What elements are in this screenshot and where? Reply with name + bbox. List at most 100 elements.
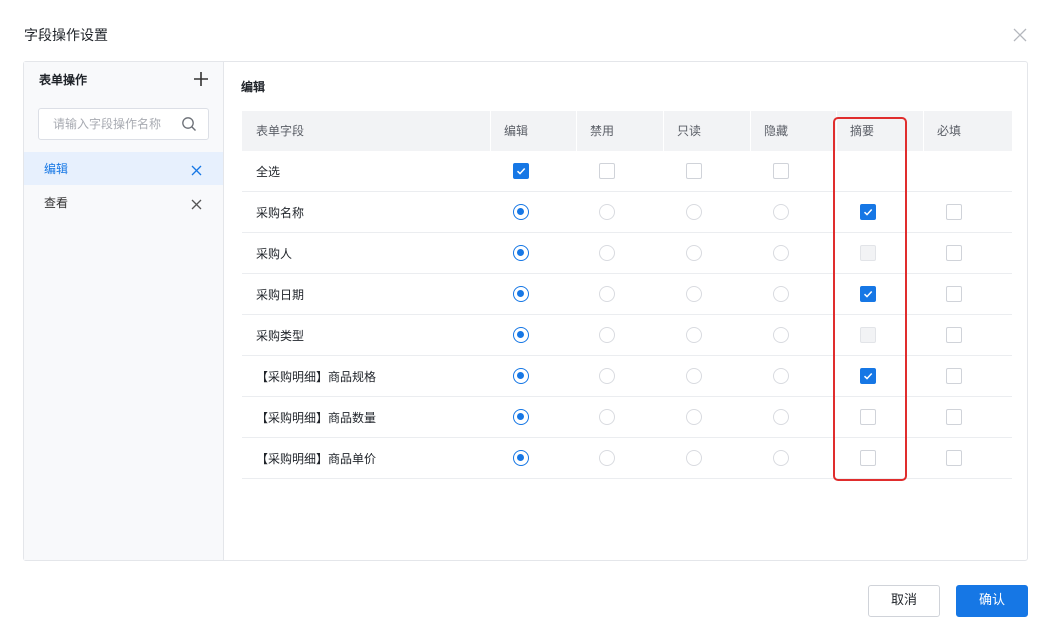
edit-radio[interactable]: [513, 409, 529, 425]
confirm-button[interactable]: 确认: [956, 585, 1028, 617]
remove-icon[interactable]: [190, 196, 203, 210]
remove-icon[interactable]: [190, 162, 203, 176]
settings-panel: 表单操作 编辑查看 编辑 表单字段编辑禁用只读隐藏摘要必填 全选采购名称采购人采…: [23, 61, 1028, 561]
hidden-radio[interactable]: [773, 409, 789, 425]
column-header-required: 必填: [937, 124, 962, 138]
edit-radio[interactable]: [513, 204, 529, 220]
field-operation-dialog: 字段操作设置 表单操作 编辑查看 编辑 表单字段编辑禁用只读隐藏摘要必填 全选采…: [0, 0, 1052, 640]
add-operation-button[interactable]: [192, 70, 210, 88]
edit-radio[interactable]: [513, 450, 529, 466]
readonly-radio[interactable]: [686, 286, 702, 302]
summary-checkbox[interactable]: [860, 286, 876, 302]
disabled-radio[interactable]: [599, 450, 615, 466]
disabled-radio[interactable]: [599, 409, 615, 425]
column-header-readonly: 只读: [677, 124, 702, 138]
required-checkbox[interactable]: [946, 409, 962, 425]
operation-search-box: [38, 108, 209, 140]
operations-sidebar: 表单操作 编辑查看: [24, 62, 224, 560]
readonly-radio[interactable]: [686, 245, 702, 261]
column-header-hidden: 隐藏: [764, 124, 789, 138]
select-all-edit-checkbox[interactable]: [513, 163, 529, 179]
column-header-edit: 编辑: [504, 124, 529, 138]
close-icon[interactable]: [1011, 26, 1029, 44]
summary-checkbox[interactable]: [860, 450, 876, 466]
field-name: 【采购明细】商品单价: [256, 452, 377, 466]
summary-checkbox: [860, 327, 876, 343]
disabled-radio[interactable]: [599, 286, 615, 302]
hidden-radio[interactable]: [773, 286, 789, 302]
table-row: 【采购明细】商品单价: [242, 438, 1012, 479]
table-row: 采购名称: [242, 192, 1012, 233]
column-divider: [836, 111, 837, 151]
field-name: 【采购明细】商品规格: [256, 370, 377, 384]
summary-checkbox: [860, 245, 876, 261]
summary-checkbox[interactable]: [860, 368, 876, 384]
column-header-disabled: 禁用: [590, 124, 615, 138]
required-checkbox[interactable]: [946, 450, 962, 466]
table-row-select-all: 全选: [242, 151, 1012, 192]
select-all-label: 全选: [256, 165, 281, 179]
dialog-title: 字段操作设置: [24, 28, 108, 44]
hidden-radio[interactable]: [773, 450, 789, 466]
disabled-radio[interactable]: [599, 245, 615, 261]
disabled-radio[interactable]: [599, 327, 615, 343]
required-checkbox[interactable]: [946, 286, 962, 302]
sidebar-item-label: 查看: [44, 196, 69, 210]
disabled-radio[interactable]: [599, 204, 615, 220]
edit-radio[interactable]: [513, 368, 529, 384]
select-all-disabled-checkbox[interactable]: [599, 163, 615, 179]
readonly-radio[interactable]: [686, 368, 702, 384]
required-checkbox[interactable]: [946, 327, 962, 343]
required-checkbox[interactable]: [946, 204, 962, 220]
column-divider: [576, 111, 577, 151]
operation-title: 编辑: [241, 80, 266, 94]
summary-checkbox[interactable]: [860, 409, 876, 425]
column-header-field: 表单字段: [256, 124, 305, 138]
summary-checkbox[interactable]: [860, 204, 876, 220]
column-divider: [923, 111, 924, 151]
hidden-radio[interactable]: [773, 245, 789, 261]
sidebar-item[interactable]: 查看: [24, 186, 223, 219]
readonly-radio[interactable]: [686, 327, 702, 343]
search-icon[interactable]: [181, 116, 197, 132]
field-name: 采购类型: [256, 329, 305, 343]
field-name: 采购人: [256, 247, 293, 261]
checkmark-icon: [863, 290, 873, 298]
checkmark-icon: [863, 372, 873, 380]
required-checkbox[interactable]: [946, 245, 962, 261]
field-permissions-area: 编辑 表单字段 编辑 禁用 只读 隐藏 摘要 必填 全选 采购名称 采购人 采购日期 采购类型 【采购…: [225, 62, 1027, 560]
sidebar-item[interactable]: 编辑: [24, 152, 223, 185]
select-all-hidden-checkbox[interactable]: [773, 163, 789, 179]
edit-radio[interactable]: [513, 327, 529, 343]
table-header: 表单字段 编辑 禁用 只读 隐藏 摘要 必填: [242, 111, 1012, 151]
edit-radio[interactable]: [513, 245, 529, 261]
sidebar-item-label: 编辑: [44, 162, 69, 176]
checkmark-icon: [516, 167, 526, 175]
hidden-radio[interactable]: [773, 204, 789, 220]
readonly-radio[interactable]: [686, 409, 702, 425]
column-divider: [750, 111, 751, 151]
column-header-summary: 摘要: [850, 124, 875, 138]
column-divider: [490, 111, 491, 151]
table-row: 采购类型: [242, 315, 1012, 356]
readonly-radio[interactable]: [686, 450, 702, 466]
hidden-radio[interactable]: [773, 368, 789, 384]
field-name: 采购日期: [256, 288, 305, 302]
edit-radio[interactable]: [513, 286, 529, 302]
required-checkbox[interactable]: [946, 368, 962, 384]
select-all-readonly-checkbox[interactable]: [686, 163, 702, 179]
sidebar-title: 表单操作: [39, 73, 88, 87]
hidden-radio[interactable]: [773, 327, 789, 343]
readonly-radio[interactable]: [686, 204, 702, 220]
field-name: 采购名称: [256, 206, 305, 220]
column-divider: [663, 111, 664, 151]
field-name: 【采购明细】商品数量: [256, 411, 377, 425]
disabled-radio[interactable]: [599, 368, 615, 384]
table-row: 采购日期: [242, 274, 1012, 315]
table-row: 采购人: [242, 233, 1012, 274]
checkmark-icon: [863, 208, 873, 216]
plus-icon: [194, 72, 208, 86]
operation-search-input[interactable]: [39, 109, 179, 139]
cancel-button[interactable]: 取消: [868, 585, 940, 617]
table-row: 【采购明细】商品数量: [242, 397, 1012, 438]
